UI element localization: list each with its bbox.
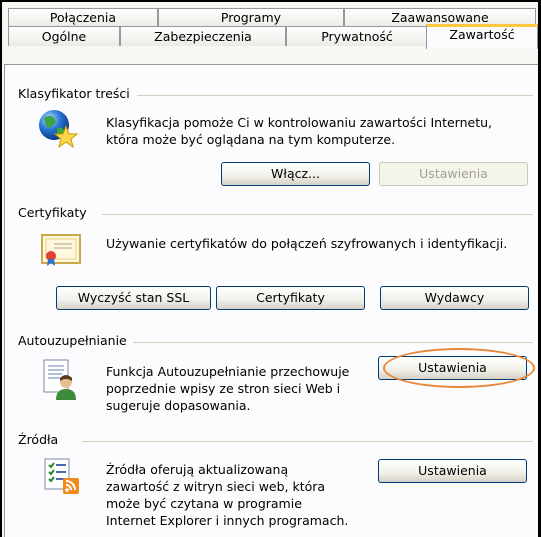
feed-icon <box>42 456 82 496</box>
tab-security[interactable]: Zabezpieczenia <box>120 26 286 46</box>
content-advisor-desc-line1: Klasyfikacja pomoże Ci w kontrolowaniu z… <box>106 115 492 130</box>
feeds-desc-line2: zawartość z witryn sieci web, która <box>106 479 326 494</box>
certificates-title: Certyfikaty <box>18 205 93 220</box>
publishers-button[interactable]: Wydawcy <box>380 286 529 310</box>
autocomplete-user-icon <box>40 358 80 402</box>
autocomplete-settings-button[interactable]: Ustawienia <box>378 356 527 380</box>
autocomplete-title: Autouzupełnianie <box>18 333 133 348</box>
certificate-icon <box>40 232 82 268</box>
tab-general[interactable]: Ogólne <box>8 26 120 46</box>
feeds-desc-line3: może być czytana w programie <box>106 496 302 511</box>
certificates-desc: Używanie certyfikatów do połączeń szyfro… <box>106 236 508 251</box>
internet-options-dialog: Połączenia Programy Zaawansowane Ogólne … <box>2 2 538 537</box>
feeds-settings-button[interactable]: Ustawienia <box>378 459 527 483</box>
group-divider <box>82 441 533 442</box>
group-divider <box>102 214 533 215</box>
feeds-desc-line4: Internet Explorer i innych programach. <box>106 513 349 528</box>
enable-button[interactable]: Włącz... <box>221 162 370 186</box>
tab-privacy[interactable]: Prywatność <box>286 26 428 46</box>
group-divider <box>130 342 533 343</box>
autocomplete-desc-line3: sugeruje dopasowania. <box>106 398 251 413</box>
group-divider <box>137 95 533 96</box>
certificates-button[interactable]: Certyfikaty <box>216 286 365 310</box>
autocomplete-desc-line1: Funkcja Autouzupełnianie przechowuje <box>106 364 350 379</box>
content-advisor-desc-line2: która może być oglądana na tym komputerz… <box>106 132 396 147</box>
tab-content[interactable]: Zawartość <box>426 24 538 49</box>
autocomplete-desc-line2: poprzednie wpisy ze stron sieci Web i <box>106 381 341 396</box>
feeds-desc-line1: Źródła oferują aktualizowaną <box>106 462 289 477</box>
feeds-title: Źródła <box>18 432 65 447</box>
tab-programs[interactable]: Programy <box>158 8 344 26</box>
frame-border <box>0 0 2 537</box>
frame-border <box>0 0 541 2</box>
globe-star-icon <box>36 108 80 150</box>
tab-connections[interactable]: Połączenia <box>8 8 158 26</box>
clear-ssl-button[interactable]: Wyczyść stan SSL <box>56 286 211 310</box>
content-advisor-title: Klasyfikator treści <box>18 86 136 101</box>
content-advisor-settings-button[interactable]: Ustawienia <box>379 162 528 186</box>
